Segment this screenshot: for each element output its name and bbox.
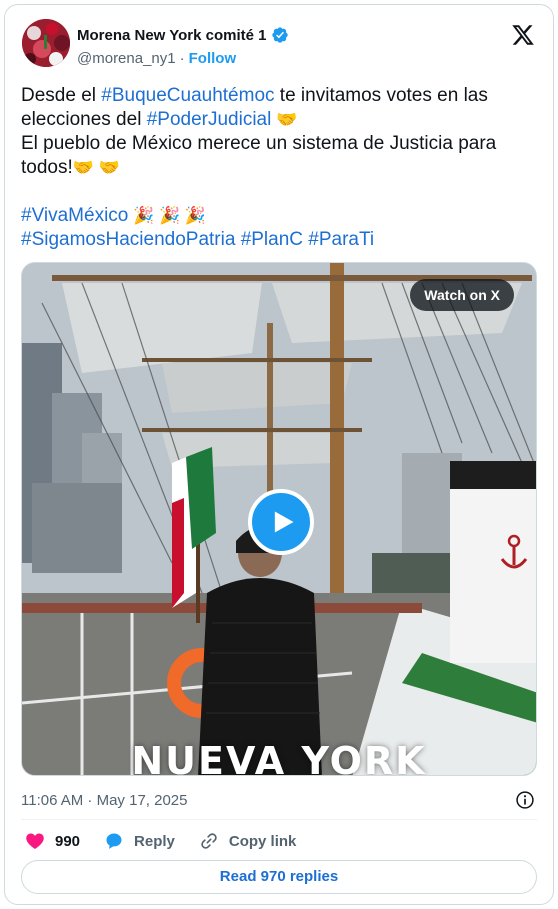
watch-on-x-button[interactable]: Watch on X: [410, 279, 514, 311]
author-handle-row: @morena_ny1 · Follow: [77, 50, 236, 67]
play-button[interactable]: [248, 489, 314, 555]
author-handle[interactable]: @morena_ny1: [77, 50, 176, 67]
reply-button[interactable]: Reply: [104, 831, 175, 851]
hashtag-vivamexico[interactable]: #VivaMéxico: [21, 205, 128, 226]
tweet-text: Desde el #BuqueCuauhtémoc te invitamos v…: [21, 84, 541, 252]
separator-dot: ·: [179, 50, 185, 67]
verified-badge-icon: [271, 27, 288, 43]
reply-bubble-icon: [106, 833, 122, 849]
hashtag-buquecuauhtemoc[interactable]: #BuqueCuauhtémoc: [101, 85, 274, 106]
play-icon: [274, 511, 294, 533]
tweet-timestamp[interactable]: 11:06 AM · May 17, 2025: [21, 792, 188, 809]
tweet-text-segment: Desde el: [21, 85, 102, 106]
action-bar: 990 Reply Copy link: [25, 829, 320, 853]
author-name[interactable]: Morena New York comité 1: [77, 27, 267, 44]
hashtag-parati[interactable]: #ParaTi: [308, 229, 374, 250]
copy-link-button[interactable]: Copy link: [199, 831, 297, 851]
read-replies-button[interactable]: Read 970 replies: [21, 860, 537, 894]
party-popper-emoji: 🎉 🎉 🎉: [128, 206, 207, 225]
follow-button[interactable]: Follow: [189, 50, 237, 67]
tweet-card: Morena New York comité 1 @morena_ny1 · F…: [4, 4, 554, 905]
like-button[interactable]: 990: [25, 831, 80, 851]
hashtag-poderjudicial[interactable]: #PoderJudicial: [147, 109, 272, 130]
handshake-emoji: 🤝 🤝: [72, 158, 120, 177]
like-count: 990: [55, 832, 81, 850]
hashtag-sigamoshaciendopatria[interactable]: #SigamosHaciendoPatria: [21, 229, 235, 250]
link-icon: [201, 833, 217, 849]
info-icon[interactable]: [515, 790, 535, 810]
video-caption-overlay: NUEVA YORK: [131, 739, 427, 776]
video-player[interactable]: Watch on X NUEVA YORK: [21, 262, 537, 776]
divider: [21, 819, 537, 820]
reply-label: Reply: [134, 832, 175, 850]
x-logo-icon[interactable]: [511, 23, 535, 47]
author-name-row: Morena New York comité 1: [77, 26, 289, 44]
heart-icon: [26, 833, 44, 849]
copy-link-label: Copy link: [228, 832, 297, 850]
handshake-emoji: 🤝: [271, 110, 298, 129]
hashtag-planc[interactable]: #PlanC: [241, 229, 303, 250]
avatar[interactable]: [22, 19, 70, 67]
